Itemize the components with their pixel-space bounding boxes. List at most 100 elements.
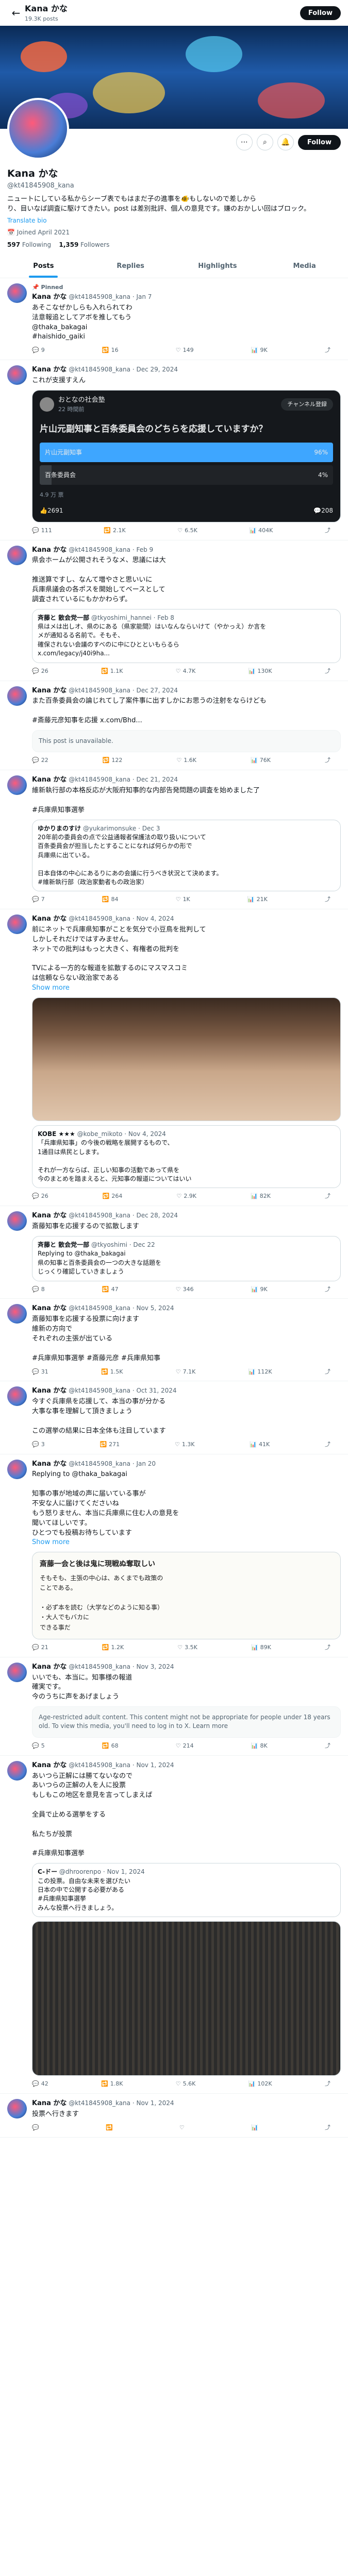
views-action[interactable]: 📊 112K — [248, 1368, 272, 1376]
share-action[interactable]: ⤴ — [325, 1643, 330, 1652]
share-action[interactable]: ⤴ — [325, 1192, 330, 1200]
share-action[interactable]: ⤴ — [325, 1368, 330, 1376]
repost-action[interactable]: 🔁 84 — [102, 895, 119, 904]
share-action[interactable]: ⤴ — [325, 527, 330, 535]
show-more-link[interactable]: Show more — [32, 984, 341, 993]
notification-bell-icon[interactable]: 🔔 — [277, 134, 294, 150]
views-action[interactable]: 📊 9K — [251, 1285, 268, 1294]
follow-button[interactable]: Follow — [297, 134, 341, 150]
poll-card[interactable]: おとなの社会塾 22 時間前 チャンネル登録 片山元副知事と百条委員会のどちらを応援し… — [32, 389, 341, 522]
views-action[interactable]: 📊 89K — [251, 1643, 271, 1652]
tweet-avatar[interactable] — [7, 1211, 27, 1231]
show-more-link[interactable]: Show more — [32, 1538, 341, 1548]
like-action[interactable]: ♡ 346 — [176, 1285, 194, 1294]
tweet[interactable]: Kana かな @kt41845908_kana · Nov 5, 2024 斎藤… — [0, 1299, 348, 1382]
tweet-date[interactable]: Dec 27, 2024 — [136, 687, 177, 694]
tweet-avatar[interactable] — [7, 1760, 27, 1781]
repost-action[interactable]: 🔁 — [106, 2124, 115, 2132]
views-action[interactable]: 📊 9K — [251, 346, 268, 354]
tweet-author-name[interactable]: Kana かな — [32, 915, 67, 923]
tab-media[interactable]: Media — [261, 256, 348, 278]
views-action[interactable]: 📊 21K — [247, 895, 268, 904]
repost-action[interactable]: 🔁 2.1K — [104, 527, 125, 535]
like-action[interactable]: ♡ 1K — [176, 895, 190, 904]
share-action[interactable]: ⤴ — [325, 895, 330, 904]
share-action[interactable]: ⤴ — [325, 2124, 330, 2132]
views-action[interactable]: 📊 82K — [251, 1192, 271, 1200]
tweet-date[interactable]: Jan 20 — [136, 1460, 156, 1467]
reply-action[interactable]: 💬 31 — [32, 1368, 48, 1376]
like-action[interactable]: ♡ 5.6K — [176, 2080, 196, 2088]
reply-action[interactable]: 💬 — [32, 2124, 41, 2132]
tab-posts[interactable]: Posts — [0, 256, 87, 278]
tweet-avatar[interactable] — [7, 1459, 27, 1479]
tweet-author-name[interactable]: Kana かな — [32, 1304, 67, 1312]
like-action[interactable]: ♡ 1.6K — [176, 756, 196, 765]
tweet-author-name[interactable]: Kana かな — [32, 1761, 67, 1769]
repost-action[interactable]: 🔁 271 — [100, 1440, 120, 1449]
tweet-date[interactable]: Nov 1, 2024 — [136, 1761, 174, 1769]
repost-action[interactable]: 🔁 1.2K — [102, 1643, 124, 1652]
tweet[interactable]: Kana かな @kt41845908_kana · Nov 4, 2024 前に… — [0, 909, 348, 1207]
reply-action[interactable]: 💬 26 — [32, 1192, 48, 1200]
tweet-author-name[interactable]: Kana かな — [32, 546, 67, 554]
tweet[interactable]: Kana かな @kt41845908_kana · Dec 28, 2024 斎… — [0, 1206, 348, 1299]
tweet-author-name[interactable]: Kana かな — [32, 1212, 67, 1219]
tweet-author-name[interactable]: Kana かな — [32, 687, 67, 694]
translate-bio-link[interactable]: Translate bio — [7, 216, 341, 225]
repost-action[interactable]: 🔁 16 — [102, 346, 119, 354]
tweet-avatar[interactable] — [7, 2099, 27, 2119]
back-arrow-icon[interactable]: ← — [7, 6, 25, 21]
tweet-avatar[interactable] — [7, 1662, 27, 1682]
views-action[interactable]: 📊 — [251, 2124, 260, 2132]
profile-avatar[interactable] — [7, 98, 69, 160]
like-action[interactable]: ♡ 6.5K — [177, 527, 197, 535]
tweet-author-name[interactable]: Kana かな — [32, 776, 67, 784]
views-action[interactable]: 📊 404K — [249, 527, 273, 535]
tweet-author-name[interactable]: Kana かな — [32, 1663, 67, 1671]
repost-action[interactable]: 🔁 1.8K — [101, 2080, 123, 2088]
tweet[interactable]: Kana かな @kt41845908_kana · Nov 3, 2024 いい… — [0, 1657, 348, 1756]
reply-action[interactable]: 💬 111 — [32, 527, 52, 535]
like-action[interactable]: ♡ — [179, 2124, 187, 2132]
reply-action[interactable]: 💬 9 — [32, 346, 45, 354]
tweet-author-name[interactable]: Kana かな — [32, 2099, 67, 2107]
tab-highlights[interactable]: Highlights — [174, 256, 261, 278]
tweet-avatar[interactable] — [7, 1386, 27, 1406]
quoted-tweet[interactable]: KOBE ★★★ @kobe_mikoto · Nov 4, 2024 「兵庫県知… — [32, 1125, 341, 1189]
tweet-avatar[interactable] — [7, 686, 27, 706]
tweet-avatar[interactable] — [7, 1304, 27, 1324]
like-action[interactable]: ♡ 2.9K — [176, 1192, 196, 1200]
reply-action[interactable]: 💬 3 — [32, 1440, 45, 1449]
poll-likes[interactable]: 👍 2691 — [40, 506, 63, 515]
views-action[interactable]: 📊 8K — [251, 1742, 268, 1750]
tweet-avatar[interactable] — [7, 914, 27, 935]
tweet[interactable]: Kana かな @kt41845908_kana · Jan 20 Replyin… — [0, 1454, 348, 1657]
tweet-date[interactable]: Nov 1, 2024 — [136, 2099, 174, 2107]
repost-action[interactable]: 🔁 1.1K — [101, 667, 123, 675]
tweet-avatar[interactable] — [7, 545, 27, 565]
quoted-tweet[interactable]: ゆかりまのすけ @yukarimonsuke · Dec 3 20年前の委員会の点… — [32, 819, 341, 892]
tweet[interactable]: 📌 Pinned Kana かな @kt41845908_kana · Jan 7… — [0, 278, 348, 361]
tab-replies[interactable]: Replies — [87, 256, 174, 278]
following-stat[interactable]: 597 Following — [7, 241, 51, 248]
repost-action[interactable]: 🔁 264 — [103, 1192, 123, 1200]
tweet-date[interactable]: Jan 7 — [136, 293, 152, 300]
tweet-date[interactable]: Dec 29, 2024 — [136, 366, 177, 373]
like-action[interactable]: ♡ 3.5K — [177, 1643, 197, 1652]
quoted-tweet[interactable]: C-ドー @dhroorenpo · Nov 1, 2024 この投票。自由な未来… — [32, 1863, 341, 1918]
quoted-tweet[interactable]: 斉藤と 散会党一部 @tkyoshimi · Dec 22 Replying to… — [32, 1235, 341, 1281]
tweet-author-name[interactable]: Kana かな — [32, 1460, 67, 1468]
document-image[interactable]: 斎藤一会と後は鬼に現戦ぬ奪取しい そもそも、主張の中心は、あくまでも政策の ことで… — [32, 1552, 341, 1639]
tweet-date[interactable]: Oct 31, 2024 — [136, 1387, 176, 1394]
more-icon[interactable]: ⋯ — [236, 134, 253, 150]
reply-action[interactable]: 💬 8 — [32, 1285, 45, 1294]
tweet-date[interactable]: Dec 21, 2024 — [136, 776, 177, 783]
reply-action[interactable]: 💬 26 — [32, 667, 48, 675]
views-action[interactable]: 📊 76K — [251, 756, 271, 765]
like-action[interactable]: ♡ 1.3K — [175, 1440, 195, 1449]
tweet[interactable]: Kana かな @kt41845908_kana · Dec 21, 2024 維… — [0, 770, 348, 910]
repost-action[interactable]: 🔁 122 — [103, 756, 123, 765]
subscribe-button[interactable]: チャンネル登録 — [281, 398, 333, 411]
repost-action[interactable]: 🔁 1.5K — [101, 1368, 123, 1376]
